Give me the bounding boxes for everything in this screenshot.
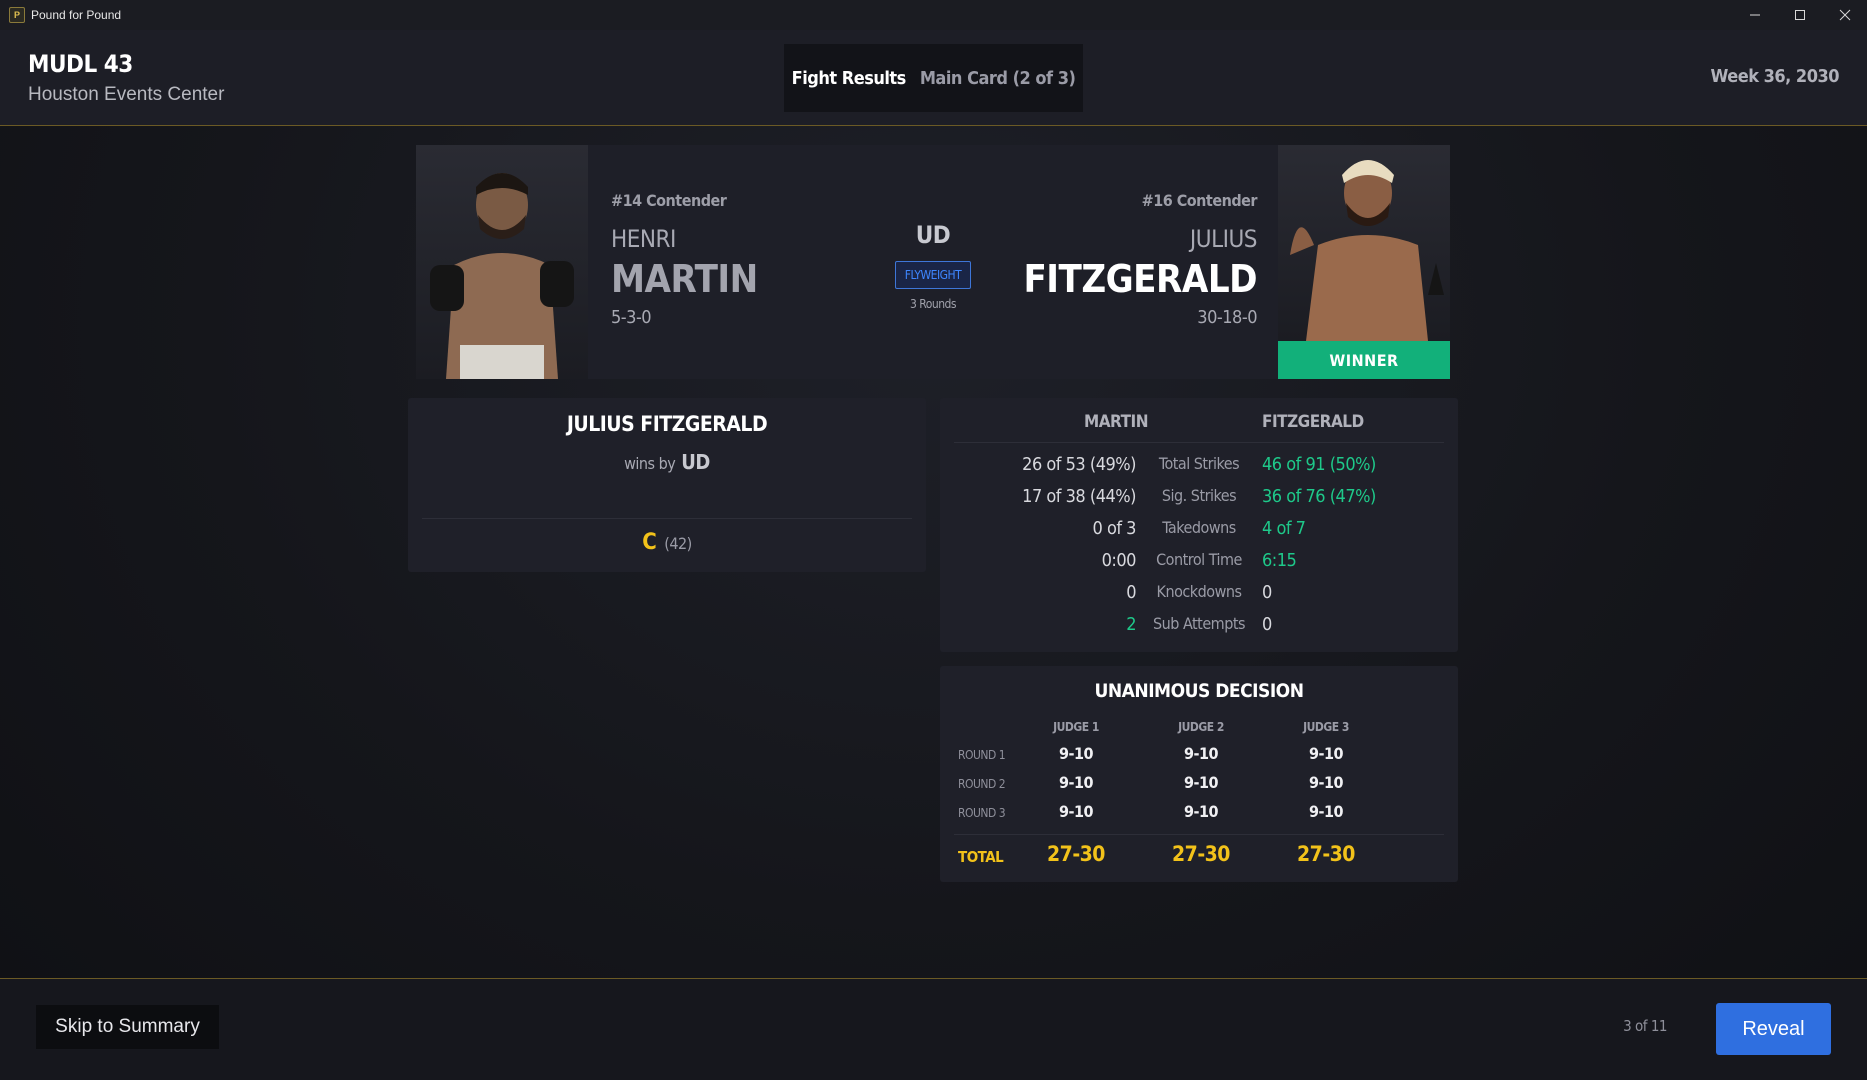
judge-score: 9-10	[1183, 802, 1219, 821]
left-fighter-record: 5-3-0	[611, 307, 652, 328]
close-icon[interactable]	[1822, 0, 1867, 30]
fight-stats-panel: MARTIN FITZGERALD 26 of 53 (49%) Total S…	[940, 398, 1458, 652]
stat-right-value: 0	[1262, 582, 1272, 603]
stats-right-header: FITZGERALD	[1262, 412, 1364, 432]
judge-score: 9-10	[1308, 802, 1344, 821]
judge-score: 9-10	[1308, 773, 1344, 792]
win-method-line: wins by UD	[408, 450, 926, 474]
decision-title: UNANIMOUS DECISION	[1094, 680, 1304, 702]
right-fighter-last-name: FITZGERALD	[1023, 257, 1257, 301]
stat-right-value: 0	[1262, 614, 1272, 635]
results-breadcrumb: Fight Results Main Card (2 of 3)	[784, 44, 1083, 112]
right-fighter-rank: #16 Contender	[1141, 191, 1258, 210]
divider	[954, 442, 1444, 443]
judge-score: 9-10	[1308, 744, 1344, 763]
left-fighter-rank: #14 Contender	[611, 191, 727, 210]
round-score-row: ROUND 2 9-10 9-10 9-10	[940, 773, 1458, 797]
judge-score: 9-10	[1183, 744, 1219, 763]
event-name: MUDL 43	[28, 50, 133, 78]
stat-right-value: 36 of 76 (47%)	[1262, 486, 1376, 507]
winner-name: JULIUS FITZGERALD	[566, 412, 768, 436]
event-venue: Houston Events Center	[28, 84, 225, 105]
right-fighter-first-name: JULIUS	[1189, 225, 1258, 253]
weight-class-badge: FLYWEIGHT	[895, 261, 971, 289]
window-titlebar: P Pound for Pound	[0, 0, 1867, 30]
grade-letter: C	[642, 530, 657, 555]
stat-label: Takedowns	[1162, 518, 1236, 537]
fighter-portrait-right	[1278, 145, 1450, 341]
maximize-icon[interactable]	[1777, 0, 1822, 30]
app-logo-icon: P	[9, 7, 25, 23]
round-label: ROUND 2	[958, 777, 1006, 791]
judge-score: 9-10	[1058, 773, 1094, 792]
stat-label: Total Strikes	[1158, 454, 1240, 473]
right-fighter-record: 30-18-0	[1197, 307, 1257, 328]
window-controls	[1732, 0, 1867, 30]
round-label: ROUND 3	[958, 806, 1006, 820]
divider	[422, 518, 912, 519]
stat-right-value: 6:15	[1262, 550, 1297, 571]
round-label: ROUND 1	[958, 748, 1006, 762]
decision-scorecard-panel: UNANIMOUS DECISION JUDGE 1 JUDGE 2 JUDGE…	[940, 666, 1458, 882]
stat-row: 2 Sub Attempts 0	[940, 614, 1458, 642]
stats-left-header: MARTIN	[1084, 412, 1149, 432]
rounds-label: 3 Rounds	[909, 297, 957, 311]
stat-left-value: 0	[1126, 582, 1136, 603]
left-fighter-last-name: MARTIN	[611, 257, 758, 301]
wins-by-label: wins by	[624, 454, 676, 473]
skip-to-summary-button[interactable]: Skip to Summary	[36, 1005, 219, 1049]
stat-row: 0 Knockdowns 0	[940, 582, 1458, 610]
stat-left-value: 0 of 3	[1092, 518, 1137, 539]
judge-score: 9-10	[1058, 802, 1094, 821]
round-score-row: ROUND 1 9-10 9-10 9-10	[940, 744, 1458, 768]
fighter-portrait-left	[416, 145, 588, 379]
judge-total: 27-30	[1297, 842, 1355, 866]
stat-row: 17 of 38 (44%) Sig. Strikes 36 of 76 (47…	[940, 486, 1458, 514]
week-label: Week 36, 2030	[1710, 66, 1840, 87]
grade-score: (42)	[664, 534, 692, 553]
win-method: UD	[681, 450, 710, 474]
fight-progress: 3 of 11	[1623, 1017, 1667, 1035]
section-title: Fight Results	[791, 67, 907, 89]
stat-right-value: 4 of 7	[1262, 518, 1306, 539]
stat-left-value: 26 of 53 (49%)	[1022, 454, 1136, 475]
event-header: MUDL 43 Houston Events Center Fight Resu…	[0, 30, 1867, 126]
stat-label: Control Time	[1156, 550, 1242, 569]
fight-banner: #14 Contender HENRI MARTIN 5-3-0 UD FLYW…	[416, 145, 1450, 379]
judge-score: 9-10	[1058, 744, 1094, 763]
judge-header: JUDGE 2	[1178, 720, 1224, 734]
judge-total: 27-30	[1172, 842, 1230, 866]
window-title: Pound for Pound	[31, 8, 122, 22]
judge-score: 9-10	[1183, 773, 1219, 792]
stat-label: Sub Attempts	[1153, 614, 1245, 633]
stat-row: 26 of 53 (49%) Total Strikes 46 of 91 (5…	[940, 454, 1458, 482]
stat-label: Knockdowns	[1156, 582, 1242, 601]
card-label: Main Card (2 of 3)	[919, 67, 1076, 89]
footer-bar: Skip to Summary 3 of 11 Reveal	[0, 978, 1867, 1080]
fight-method: UD	[915, 221, 951, 249]
judge-header: JUDGE 3	[1303, 720, 1349, 734]
round-score-row: ROUND 3 9-10 9-10 9-10	[940, 802, 1458, 826]
stat-left-value: 17 of 38 (44%)	[1022, 486, 1136, 507]
divider	[954, 834, 1444, 835]
left-fighter-first-name: HENRI	[611, 225, 676, 253]
stat-right-value: 46 of 91 (50%)	[1262, 454, 1376, 475]
stat-left-value: 0:00	[1101, 550, 1137, 571]
stat-row: 0 of 3 Takedowns 4 of 7	[940, 518, 1458, 546]
minimize-icon[interactable]	[1732, 0, 1777, 30]
result-summary-panel: JULIUS FITZGERALD wins by UD C (42)	[408, 398, 926, 572]
judge-total: 27-30	[1047, 842, 1105, 866]
judge-header: JUDGE 1	[1053, 720, 1099, 734]
stat-row: 0:00 Control Time 6:15	[940, 550, 1458, 578]
fight-grade: C (42)	[408, 530, 926, 555]
reveal-button[interactable]: Reveal	[1716, 1003, 1831, 1055]
total-label: TOTAL	[958, 848, 1004, 866]
stat-label: Sig. Strikes	[1161, 486, 1237, 505]
stat-left-value: 2	[1126, 614, 1136, 635]
winner-badge: WINNER	[1278, 341, 1450, 379]
